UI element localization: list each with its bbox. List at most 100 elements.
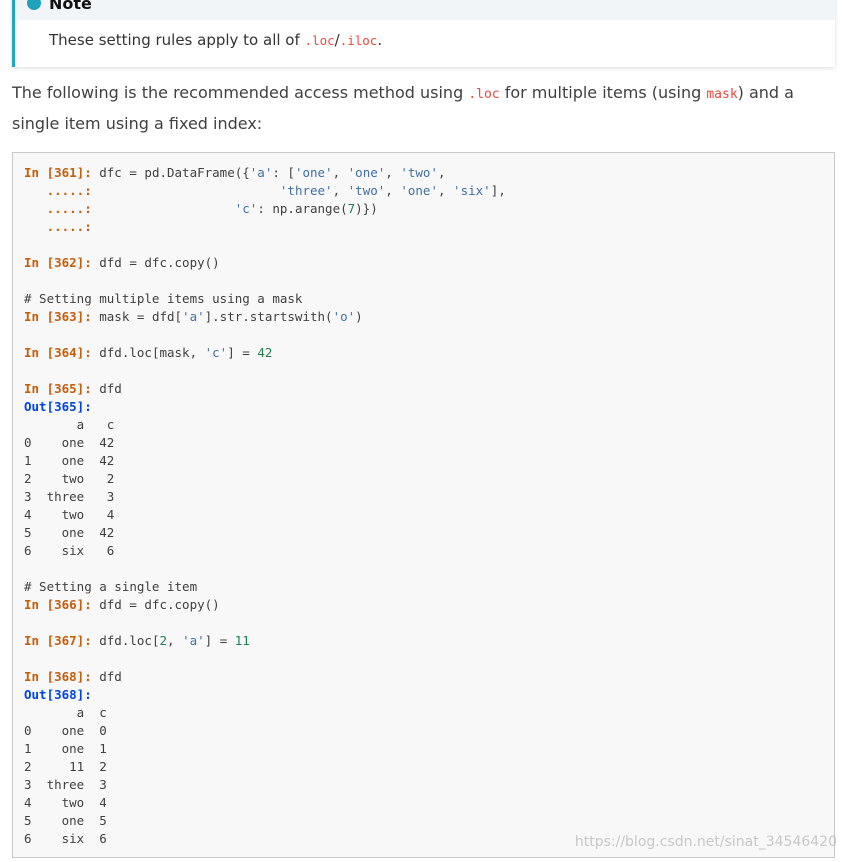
code-token: ] = <box>204 633 235 648</box>
code-token: .....: <box>24 183 92 198</box>
code-token: 5 one 42 <box>24 525 115 540</box>
code-line: 4 two 4 <box>24 506 834 524</box>
code-line: In [368]: dfd <box>24 668 834 686</box>
code-token: 'one' <box>400 183 438 198</box>
code-token: In [364]: <box>24 345 92 360</box>
code-line: In [367]: dfd.loc[2, 'a'] = 11 <box>24 632 834 650</box>
paragraph-text: The following is the recommended access … <box>12 83 469 102</box>
code-token: 3 three 3 <box>24 777 107 792</box>
code-line: In [361]: dfc = pd.DataFrame({'a': ['one… <box>24 164 834 182</box>
code-token: dfd.loc[ <box>91 633 160 648</box>
code-token: 2 <box>159 633 167 648</box>
code-token: 'a' <box>249 165 273 180</box>
code-line: .....: <box>24 218 834 236</box>
code-token: dfd = dfc.copy() <box>91 597 220 612</box>
paragraph-text: for multiple items (using <box>499 83 707 102</box>
note-admonition: Note These setting rules apply to all of… <box>12 0 835 67</box>
note-text: These setting rules apply to all of .loc… <box>15 20 835 49</box>
code-token: 2 two 2 <box>24 471 115 486</box>
code-token: Out[365]: <box>24 399 92 414</box>
code-token: 'o' <box>332 309 356 324</box>
code-token: , <box>437 183 454 198</box>
code-token: ) <box>355 309 363 324</box>
inline-code: .iloc <box>339 33 378 48</box>
code-line: 3 three 3 <box>24 776 834 794</box>
code-token: dfd.loc[mask, <box>91 345 205 360</box>
code-token: 5 one 5 <box>24 813 107 828</box>
code-token: )}) <box>355 201 378 216</box>
code-line: 2 two 2 <box>24 470 834 488</box>
code-token: 11 <box>234 633 250 648</box>
watermark: https://blog.csdn.net/sinat_34546420 <box>574 834 837 850</box>
code-token: 'three' <box>279 183 333 198</box>
code-token: 6 six 6 <box>24 831 107 846</box>
code-token: In [363]: <box>24 309 92 324</box>
info-icon <box>27 0 41 10</box>
code-token: 0 one 0 <box>24 723 107 738</box>
code-line: 5 one 5 <box>24 812 834 830</box>
code-token: 6 six 6 <box>24 543 115 558</box>
code-line: 1 one 1 <box>24 740 834 758</box>
code-line: 0 one 0 <box>24 722 834 740</box>
code-token: In [362]: <box>24 255 92 270</box>
code-token: a c <box>24 417 115 432</box>
code-line: 6 six 6 <box>24 542 834 560</box>
code-line: Out[368]: <box>24 686 834 704</box>
code-line: 2 11 2 <box>24 758 834 776</box>
code-token: Out[368]: <box>24 687 92 702</box>
code-line: a c <box>24 416 834 434</box>
code-line: a c <box>24 704 834 722</box>
inline-code: .loc <box>468 87 500 102</box>
code-token: 'two' <box>400 165 438 180</box>
code-line: .....: 'c': np.arange(7)}) <box>24 200 834 218</box>
code-token: # Setting a single item <box>24 579 198 594</box>
note-title: Note <box>49 0 92 13</box>
note-text-part: These setting rules apply to all of <box>49 31 305 49</box>
code-token: , <box>385 183 401 198</box>
code-token: dfc = pd.DataFrame({ <box>91 165 250 180</box>
code-token: 'a' <box>182 633 205 648</box>
code-token: 4 two 4 <box>24 507 115 522</box>
code-token: , <box>332 165 348 180</box>
code-line: In [364]: dfd.loc[mask, 'c'] = 42 <box>24 344 834 362</box>
code-token: mask = dfd[ <box>91 309 183 324</box>
code-token: ], <box>490 183 506 198</box>
code-token: In [368]: <box>24 669 92 684</box>
code-token: 0 one 42 <box>24 435 115 450</box>
note-header: Note <box>15 0 835 20</box>
code-token: , <box>437 165 446 180</box>
code-token: dfd = dfc.copy() <box>91 255 220 270</box>
code-token: In [361]: <box>24 165 92 180</box>
code-token: a c <box>24 705 107 720</box>
code-token: ] = <box>227 345 258 360</box>
code-token: In [366]: <box>24 597 92 612</box>
code-line: 0 one 42 <box>24 434 834 452</box>
code-token: In [367]: <box>24 633 92 648</box>
note-text-part: . <box>377 31 383 49</box>
code-token: ].str.startswith( <box>204 309 333 324</box>
code-token: 1 one 42 <box>24 453 115 468</box>
code-token: dfd <box>91 381 122 396</box>
code-line: In [365]: dfd <box>24 380 834 398</box>
code-token: 'c' <box>234 201 258 216</box>
code-token: 1 one 1 <box>24 741 107 756</box>
code-token: 4 two 4 <box>24 795 107 810</box>
code-token: 'six' <box>453 183 491 198</box>
intro-paragraph: The following is the recommended access … <box>12 78 822 138</box>
inline-code: mask <box>706 87 738 102</box>
code-token: : [ <box>272 165 295 180</box>
code-token: 'c' <box>204 345 228 360</box>
code-token: .....: <box>24 219 92 234</box>
code-token: # Setting multiple items using a mask <box>24 291 303 306</box>
code-token: 42 <box>257 345 273 360</box>
code-token: 3 three 3 <box>24 489 115 504</box>
code-block: In [361]: dfc = pd.DataFrame({'a': ['one… <box>12 152 835 858</box>
